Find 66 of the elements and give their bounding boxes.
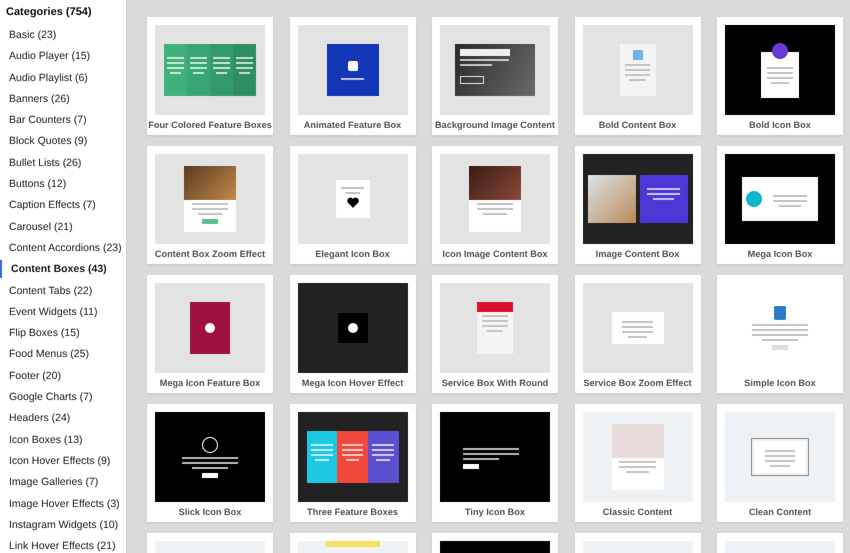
category-link[interactable]: Headers (24) <box>0 411 126 433</box>
template-card[interactable]: Service Box Zoom Effect <box>574 275 700 393</box>
template-card[interactable]: Three Feature Boxes <box>290 404 416 522</box>
category-link[interactable]: Event Widgets (11) <box>0 304 126 326</box>
category-link[interactable]: Food Menus (25) <box>0 347 126 369</box>
category-link[interactable]: Icon Boxes (13) <box>0 432 126 454</box>
template-title: Background Image Content <box>435 120 555 130</box>
template-card[interactable]: Image Content Box <box>574 146 700 264</box>
category-link[interactable]: Instagram Widgets (10) <box>0 518 126 540</box>
template-card[interactable]: Mega Icon Feature Box <box>147 275 273 393</box>
template-title: Animated Feature Box <box>304 120 402 130</box>
template-card[interactable]: Simple Icon Box <box>717 275 843 393</box>
category-link[interactable]: Link Hover Effects (21) <box>0 539 126 553</box>
template-title: Classic Content <box>602 507 672 517</box>
category-link[interactable]: Flip Boxes (15) <box>0 326 126 348</box>
category-link[interactable]: Audio Player (15) <box>0 49 126 71</box>
template-card[interactable]: Tiny Icon Box <box>432 404 558 522</box>
category-link[interactable]: Bullet Lists (26) <box>0 156 126 178</box>
category-link[interactable]: Audio Playlist (6) <box>0 70 126 92</box>
sidebar-title: Categories (754) <box>5 6 93 18</box>
template-card[interactable]: Classic Content <box>574 404 700 522</box>
category-link[interactable]: Bar Counters (7) <box>0 113 126 134</box>
template-card[interactable]: Background Image Content <box>432 17 558 135</box>
category-link[interactable]: Content Tabs (22) <box>0 284 126 305</box>
category-link[interactable]: Basic (23) <box>0 28 126 50</box>
template-card[interactable]: Bold Icon Box <box>717 17 843 135</box>
template-card[interactable]: Elegant Icon Box <box>290 146 416 264</box>
category-link[interactable]: Image Galleries (7) <box>0 475 126 497</box>
template-card[interactable]: Bold Content Box <box>574 17 700 135</box>
template-title: Simple Icon Box <box>744 378 816 388</box>
template-card[interactable]: Mega Icon Hover Effect <box>290 275 416 393</box>
category-link[interactable]: Caption Effects (7) <box>0 198 126 220</box>
template-title: Bold Icon Box <box>749 120 811 130</box>
template-card[interactable]: Slick Icon Box <box>147 404 273 522</box>
category-link[interactable]: Content Accordions (23) <box>0 240 126 262</box>
template-title: Bold Content Box <box>598 120 676 130</box>
category-link[interactable]: Carousel (21) <box>0 220 126 241</box>
category-link[interactable]: Google Charts (7) <box>0 390 126 412</box>
category-link[interactable]: Content Boxes (43) <box>0 262 126 284</box>
template-card[interactable]: Service Box With Round <box>432 275 558 393</box>
template-title: Slick Icon Box <box>178 507 242 517</box>
template-title: Service Box With Round <box>442 378 548 388</box>
category-link[interactable]: Icon Hover Effects (9) <box>0 454 126 476</box>
template-title: Icon Image Content Box <box>442 249 548 259</box>
template-title: Service Box Zoom Effect <box>583 378 692 388</box>
category-link[interactable]: Block Quotes (9) <box>0 134 126 156</box>
category-link[interactable]: Banners (26) <box>0 92 126 114</box>
template-title: Mega Icon Feature Box <box>160 378 260 388</box>
template-card[interactable]: Icon Image Content Box <box>432 146 558 264</box>
template-card[interactable]: Clean Content <box>717 404 843 522</box>
template-title: Three Feature Boxes <box>307 507 398 517</box>
template-card[interactable]: Four Colored Feature Boxes <box>147 17 273 135</box>
template-card[interactable]: Animated Feature Box <box>290 17 416 135</box>
template-title: Content Box Zoom Effect <box>154 249 266 259</box>
template-card[interactable]: Content Box Zoom Effect <box>147 146 273 264</box>
template-card[interactable]: Mega Icon Box <box>717 146 843 264</box>
category-link[interactable]: Buttons (12) <box>0 177 126 198</box>
template-title: Elegant Icon Box <box>315 249 390 259</box>
template-title: Mega Icon Hover Effect <box>302 378 404 388</box>
category-link[interactable]: Image Hover Effects (3) <box>0 496 126 518</box>
category-link[interactable]: Footer (20) <box>0 368 126 390</box>
template-title: Tiny Icon Box <box>464 507 526 517</box>
template-title: Four Colored Feature Boxes <box>148 120 272 130</box>
template-title: Clean Content <box>748 507 812 517</box>
template-title: Image Content Box <box>596 249 680 259</box>
template-title: Mega Icon Box <box>748 249 812 259</box>
